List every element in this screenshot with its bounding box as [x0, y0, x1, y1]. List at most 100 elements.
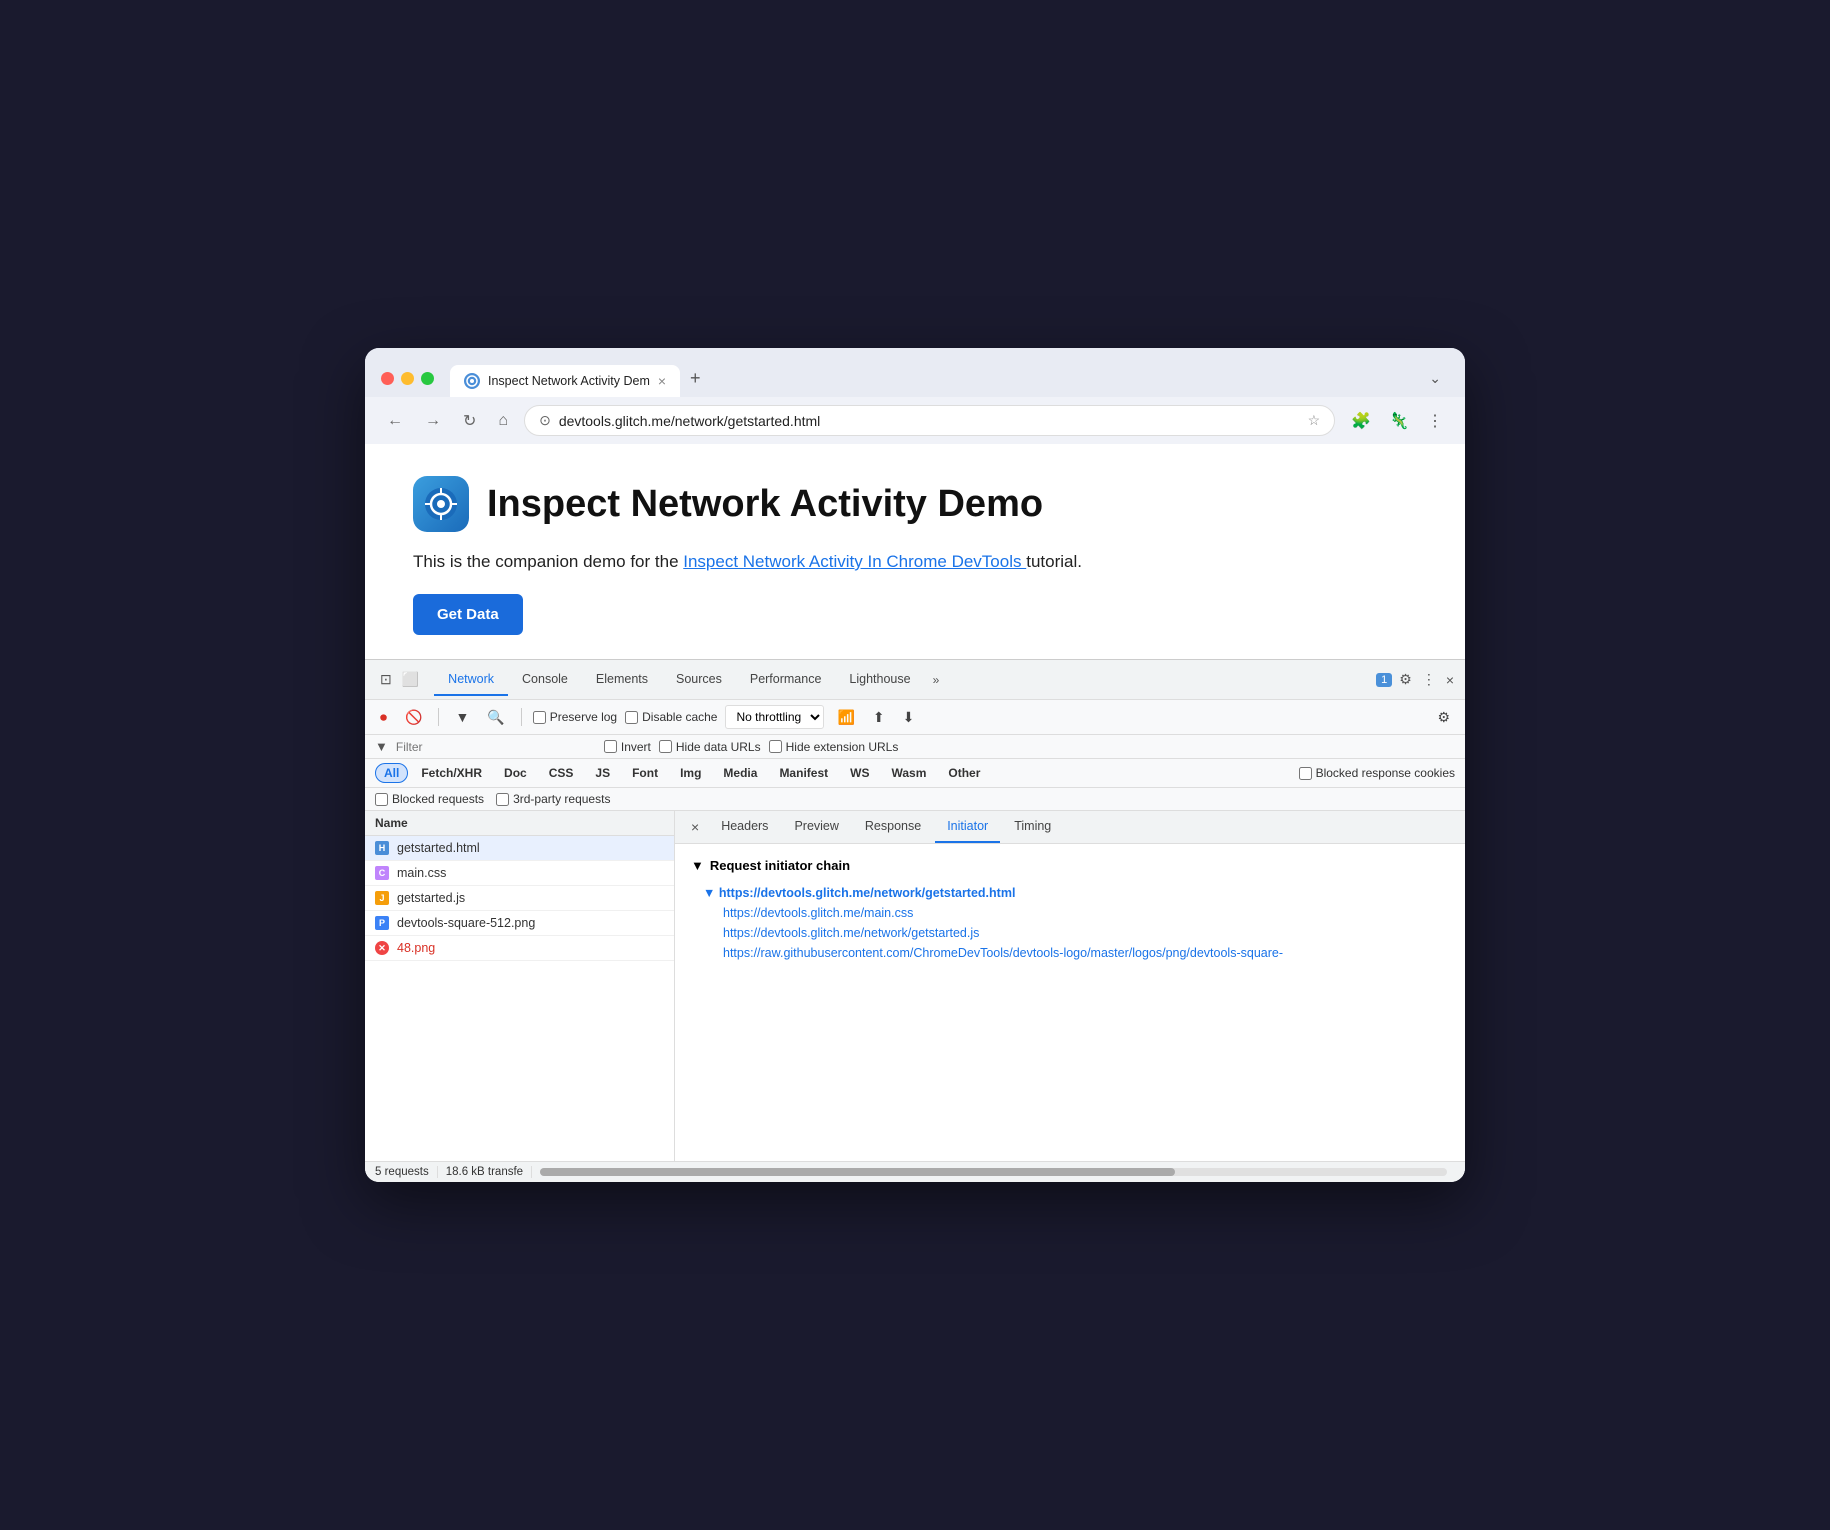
- home-button[interactable]: ⌂: [492, 408, 514, 434]
- detail-tab-timing[interactable]: Timing: [1002, 811, 1063, 843]
- invert-input[interactable]: [604, 740, 617, 753]
- devtools-settings-icon[interactable]: ⚙: [1396, 668, 1415, 691]
- js-type-icon: J: [375, 891, 389, 905]
- blocked-cookies-label: Blocked response cookies: [1316, 766, 1455, 780]
- reload-button[interactable]: ↻: [457, 407, 482, 435]
- wifi-icon: 📶: [832, 706, 859, 729]
- hide-extension-urls-input[interactable]: [769, 740, 782, 753]
- avatar-icon[interactable]: 🦎: [1383, 407, 1415, 435]
- preserve-log-checkbox[interactable]: Preserve log: [533, 710, 617, 724]
- blocked-cookies-input[interactable]: [1299, 767, 1312, 780]
- type-btn-img[interactable]: Img: [671, 763, 710, 783]
- name-column-header: Name: [375, 816, 408, 830]
- type-btn-doc[interactable]: Doc: [495, 763, 536, 783]
- desc-prefix: This is the companion demo for the: [413, 552, 683, 571]
- get-data-button[interactable]: Get Data: [413, 594, 523, 635]
- new-tab-button[interactable]: +: [680, 360, 711, 397]
- type-btn-other[interactable]: Other: [939, 763, 989, 783]
- maximize-button[interactable]: [421, 372, 434, 385]
- type-btn-fetch-xhr[interactable]: Fetch/XHR: [412, 763, 491, 783]
- request-name-getstarted-html: getstarted.html: [397, 841, 480, 855]
- url-bar[interactable]: ⊙ devtools.glitch.me/network/getstarted.…: [524, 405, 1335, 436]
- type-btn-js[interactable]: JS: [586, 763, 619, 783]
- extensions-icon[interactable]: 🧩: [1345, 407, 1377, 435]
- filter-input[interactable]: [396, 740, 596, 754]
- type-btn-wasm[interactable]: Wasm: [882, 763, 935, 783]
- tab-lighthouse[interactable]: Lighthouse: [835, 664, 924, 696]
- more-tabs-button[interactable]: »: [925, 665, 948, 695]
- third-party-checkbox[interactable]: 3rd-party requests: [496, 792, 610, 806]
- throttle-select[interactable]: No throttling: [725, 705, 824, 729]
- network-settings-icon[interactable]: ⚙: [1432, 706, 1455, 729]
- record-button[interactable]: ⏺: [375, 706, 392, 729]
- chain-main-item: ▼ https://devtools.glitch.me/network/get…: [703, 883, 1449, 903]
- request-name-main-css: main.css: [397, 866, 446, 880]
- request-row-devtools-png[interactable]: P devtools-square-512.png: [365, 911, 674, 936]
- detail-tab-headers[interactable]: Headers: [709, 811, 780, 843]
- tab-performance[interactable]: Performance: [736, 664, 836, 696]
- hide-extension-urls-checkbox[interactable]: Hide extension URLs: [769, 740, 899, 754]
- filter-row2: Blocked requests 3rd-party requests: [365, 788, 1465, 811]
- devtools-more-icon[interactable]: ⋮: [1419, 668, 1439, 691]
- type-btn-ws[interactable]: WS: [841, 763, 878, 783]
- request-row-48png[interactable]: ✕ 48.png: [365, 936, 674, 961]
- devtools-right-toolbar: 1 ⚙ ⋮ ×: [1376, 668, 1457, 691]
- chain-tree: ▼ https://devtools.glitch.me/network/get…: [691, 883, 1449, 963]
- request-row-main-css[interactable]: C main.css: [365, 861, 674, 886]
- blocked-cookies-checkbox[interactable]: Blocked response cookies: [1299, 766, 1455, 780]
- inspect-element-icon[interactable]: ⊡: [377, 668, 395, 691]
- filter-bar: ▼ Invert Hide data URLs Hide extension U…: [365, 735, 1465, 759]
- request-row-getstarted-html[interactable]: H getstarted.html: [365, 836, 674, 861]
- type-filter-bar: All Fetch/XHR Doc CSS JS Font Img Media …: [365, 759, 1465, 788]
- requests-area: Name H getstarted.html C main.css J gets…: [365, 811, 1465, 1161]
- window-dropdown-button[interactable]: ⌄: [1421, 362, 1449, 395]
- preserve-log-input[interactable]: [533, 711, 546, 724]
- horizontal-scrollbar[interactable]: [540, 1168, 1447, 1176]
- tab-network[interactable]: Network: [434, 664, 508, 696]
- browser-tab-active[interactable]: Inspect Network Activity Dem ×: [450, 365, 680, 397]
- forward-button[interactable]: →: [419, 408, 447, 434]
- requests-header: Name: [365, 811, 674, 836]
- disable-cache-checkbox[interactable]: Disable cache: [625, 710, 717, 724]
- invert-checkbox[interactable]: Invert: [604, 740, 651, 754]
- tab-console[interactable]: Console: [508, 664, 582, 696]
- tutorial-link[interactable]: Inspect Network Activity In Chrome DevTo…: [683, 552, 1026, 571]
- type-btn-media[interactable]: Media: [714, 763, 766, 783]
- browser-menu-icon[interactable]: ⋮: [1421, 407, 1449, 435]
- tab-sources[interactable]: Sources: [662, 664, 736, 696]
- device-toolbar-icon[interactable]: ⬜: [399, 668, 422, 691]
- type-btn-manifest[interactable]: Manifest: [770, 763, 837, 783]
- disable-cache-input[interactable]: [625, 711, 638, 724]
- detail-close-button[interactable]: ×: [683, 813, 707, 841]
- invert-label: Invert: [621, 740, 651, 754]
- title-bar: Inspect Network Activity Dem × + ⌄: [365, 348, 1465, 397]
- back-button[interactable]: ←: [381, 408, 409, 434]
- hide-data-urls-input[interactable]: [659, 740, 672, 753]
- detail-tab-response[interactable]: Response: [853, 811, 933, 843]
- tab-elements[interactable]: Elements: [582, 664, 662, 696]
- blocked-requests-input[interactable]: [375, 793, 388, 806]
- type-btn-font[interactable]: Font: [623, 763, 667, 783]
- traffic-lights: [381, 372, 434, 385]
- blocked-requests-checkbox[interactable]: Blocked requests: [375, 792, 484, 806]
- detail-tab-initiator[interactable]: Initiator: [935, 811, 1000, 843]
- request-row-getstarted-js[interactable]: J getstarted.js: [365, 886, 674, 911]
- clear-button[interactable]: 🚫: [400, 706, 427, 729]
- type-btn-css[interactable]: CSS: [540, 763, 583, 783]
- devtools-close-icon[interactable]: ×: [1443, 669, 1457, 691]
- preserve-log-label: Preserve log: [550, 710, 617, 724]
- html-type-icon: H: [375, 841, 389, 855]
- third-party-input[interactable]: [496, 793, 509, 806]
- type-btn-all[interactable]: All: [375, 763, 408, 783]
- hide-data-urls-label: Hide data URLs: [676, 740, 761, 754]
- bookmark-icon[interactable]: ☆: [1308, 412, 1321, 429]
- minimize-button[interactable]: [401, 372, 414, 385]
- chain-collapse-arrow: ▼: [703, 886, 715, 900]
- detail-tabs: × Headers Preview Response Initiator Tim…: [675, 811, 1465, 844]
- tab-close-icon[interactable]: ×: [658, 373, 666, 389]
- detail-tab-preview[interactable]: Preview: [782, 811, 850, 843]
- filter-button[interactable]: ▼: [450, 706, 474, 728]
- hide-data-urls-checkbox[interactable]: Hide data URLs: [659, 740, 761, 754]
- close-button[interactable]: [381, 372, 394, 385]
- search-button[interactable]: 🔍: [482, 706, 509, 729]
